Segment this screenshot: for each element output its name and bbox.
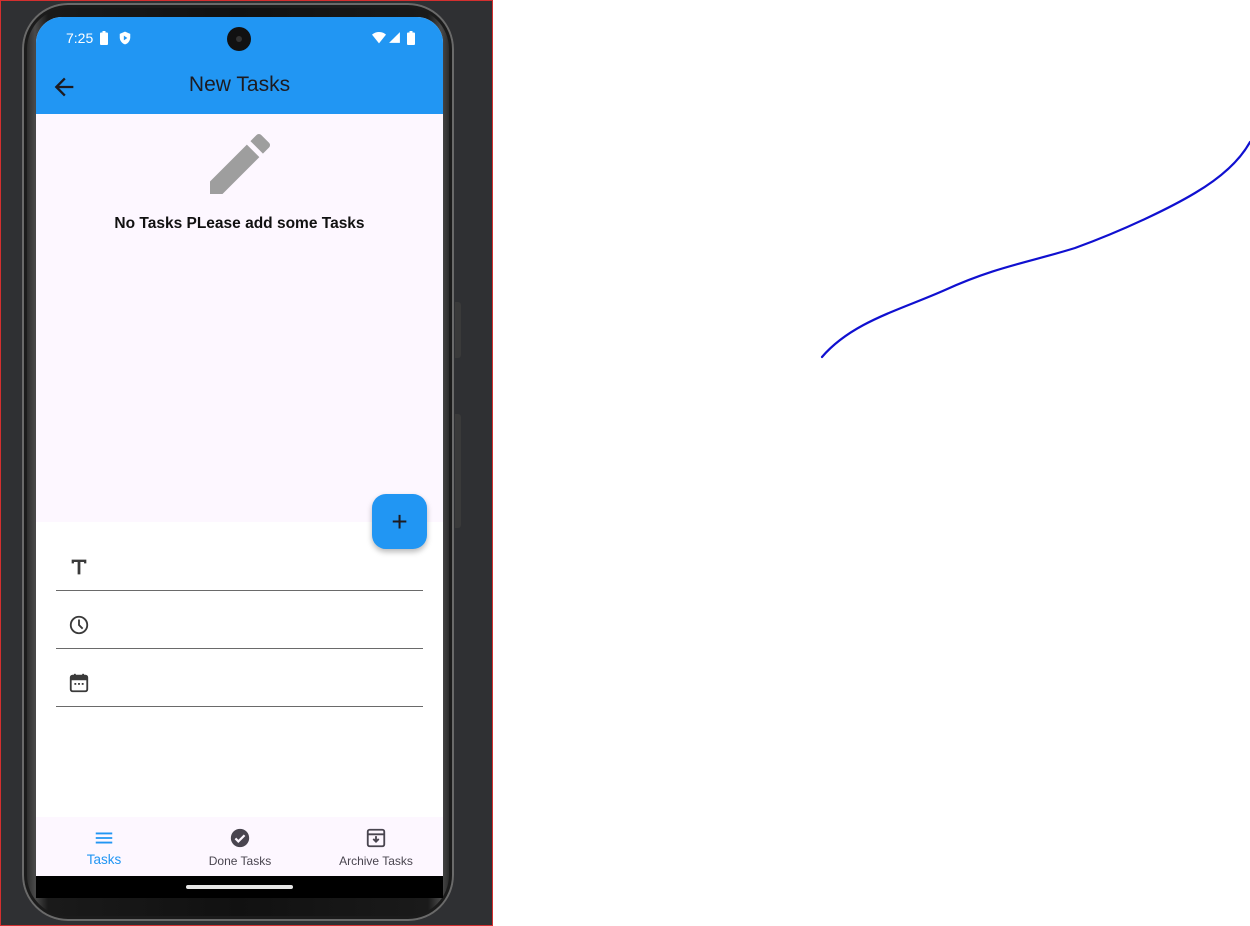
add-task-sheet: [36, 522, 443, 817]
front-camera: [227, 27, 251, 51]
task-time-field: [56, 598, 423, 649]
nav-label-done-tasks: Done Tasks: [208, 854, 272, 868]
wifi-icon: [372, 31, 386, 44]
plus-icon: +: [391, 506, 408, 537]
cell-signal-icon: [389, 32, 400, 43]
task-title-field: [56, 540, 423, 591]
home-gesture-bar[interactable]: [186, 885, 293, 889]
nav-label-archive-tasks: Archive Tasks: [339, 854, 413, 868]
task-date-input[interactable]: [104, 664, 418, 700]
annotation-line: [820, 140, 1250, 359]
task-list-area: No Tasks PLease add some Tasks: [36, 114, 443, 522]
battery-saver-icon: [100, 31, 108, 45]
title-icon: [71, 559, 87, 575]
app-bar: 7:25 New Tasks: [36, 17, 443, 114]
nav-label-tasks: Tasks: [86, 852, 122, 867]
menu-icon: [95, 832, 113, 844]
calendar-icon: [69, 673, 89, 693]
nav-item-done-tasks[interactable]: Done Tasks: [172, 817, 308, 876]
shield-play-icon: [119, 31, 131, 45]
status-time: 7:25: [66, 30, 94, 46]
task-date-field: [56, 656, 423, 707]
nav-item-archive-tasks[interactable]: Archive Tasks: [308, 817, 443, 876]
device-screen: 7:25 New Tasks No Tasks PLease add some …: [36, 17, 443, 876]
power-button: [455, 302, 461, 358]
battery-icon: [407, 31, 415, 45]
task-title-input[interactable]: [104, 548, 418, 584]
task-time-input[interactable]: [104, 606, 418, 642]
bottom-navigation: Tasks Done Tasks Archive Tasks: [36, 817, 443, 876]
add-task-fab[interactable]: +: [372, 494, 427, 549]
check-circle-icon: [230, 828, 250, 848]
page-title: New Tasks: [188, 73, 291, 96]
empty-state-message: No Tasks PLease add some Tasks: [114, 215, 365, 232]
clock-icon: [69, 615, 89, 635]
pencil-icon: [210, 133, 271, 194]
nav-item-tasks[interactable]: Tasks: [36, 817, 172, 876]
archive-icon: [366, 828, 386, 848]
volume-button: [455, 414, 461, 528]
